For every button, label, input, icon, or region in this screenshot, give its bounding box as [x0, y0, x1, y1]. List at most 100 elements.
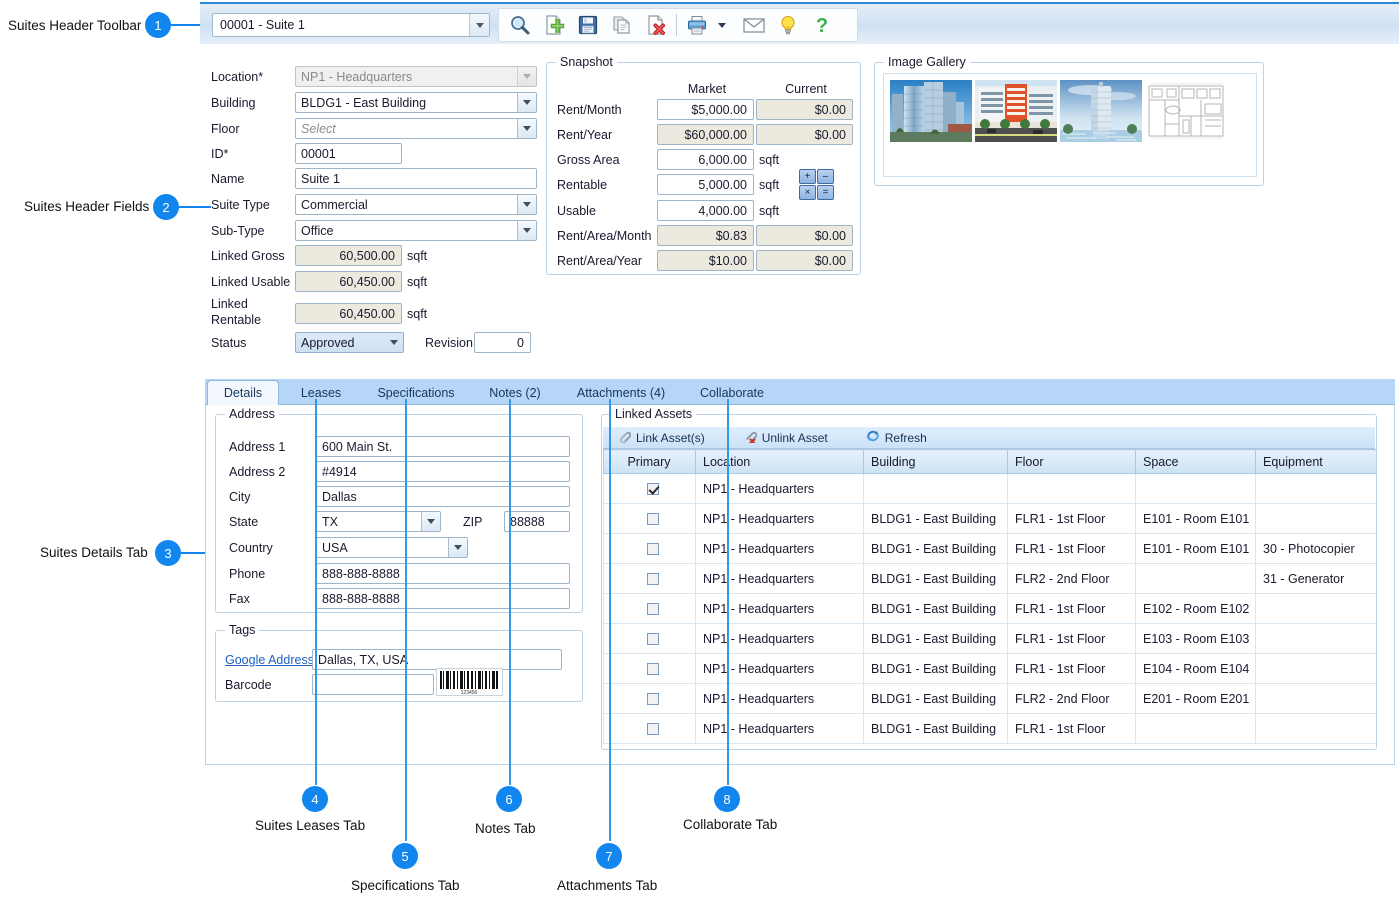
revision-field[interactable]: 0 — [474, 332, 531, 353]
print-icon[interactable] — [680, 10, 714, 40]
primary-checkbox[interactable] — [646, 723, 659, 736]
status-select[interactable]: Approved — [295, 332, 404, 353]
suite-type-select[interactable]: Commercial — [295, 194, 537, 215]
calculator-buttons[interactable]: + – × = — [799, 169, 834, 200]
email-icon[interactable] — [737, 10, 771, 40]
column-space[interactable]: Space — [1135, 449, 1256, 474]
column-floor[interactable]: Floor — [1007, 449, 1136, 474]
address1-field[interactable]: 600 Main St. — [316, 436, 570, 457]
primary-checkbox[interactable] — [646, 543, 659, 556]
tab-specifications[interactable]: Specifications — [363, 381, 469, 405]
phone-field[interactable]: 888-888-8888 — [316, 563, 570, 584]
name-field[interactable]: Suite 1 — [295, 168, 537, 189]
primary-cell[interactable] — [603, 563, 696, 594]
search-icon[interactable] — [503, 10, 537, 40]
column-location[interactable]: Location — [695, 449, 864, 474]
primary-cell[interactable] — [603, 593, 696, 624]
new-record-icon[interactable] — [537, 10, 571, 40]
callout-leader-1 — [171, 24, 201, 26]
phone-value: 888-888-8888 — [322, 566, 400, 581]
primary-checkbox[interactable] — [646, 513, 659, 526]
tab-details[interactable]: Details — [207, 380, 279, 405]
google-address-field[interactable]: Dallas, TX, USA — [312, 649, 562, 670]
floor-select[interactable]: Select — [295, 118, 537, 139]
column-primary[interactable]: Primary — [603, 449, 696, 474]
snapshot-row-label: Rent/Year — [557, 128, 613, 142]
primary-cell[interactable] — [603, 473, 696, 504]
chevron-down-icon[interactable] — [384, 333, 403, 352]
id-field[interactable]: 00001 — [295, 143, 402, 164]
google-address-link[interactable]: Google Address — [225, 653, 314, 667]
snapshot-market-field[interactable]: 5,000.00 — [657, 174, 754, 195]
table-row[interactable]: NP1 - Headquarters BLDG1 - East Building F… — [603, 503, 1376, 534]
tab-attachments[interactable]: Attachments (4) — [561, 381, 681, 405]
primary-cell[interactable] — [603, 653, 696, 684]
tab-notes[interactable]: Notes (2) — [473, 381, 557, 405]
floorplan-drawing[interactable] — [1145, 80, 1227, 142]
glass-tower-photo[interactable] — [890, 80, 972, 142]
calc-add-button[interactable]: + — [799, 169, 816, 184]
link-assets-button[interactable]: Link Asset(s) — [617, 429, 705, 446]
refresh-icon — [866, 429, 880, 446]
primary-cell[interactable] — [603, 503, 696, 534]
primary-checkbox[interactable] — [646, 483, 659, 496]
address2-field[interactable]: #4914 — [316, 461, 570, 482]
tab-leases[interactable]: Leases — [285, 381, 357, 405]
primary-checkbox[interactable] — [646, 603, 659, 616]
table-row[interactable]: NP1 - Headquarters BLDG1 - East Building F… — [603, 683, 1376, 714]
chevron-down-icon[interactable] — [517, 119, 536, 138]
snapshot-market-field[interactable]: 4,000.00 — [657, 200, 754, 221]
sub-type-select[interactable]: Office — [295, 220, 537, 241]
copy-icon[interactable] — [605, 10, 639, 40]
tips-icon[interactable] — [771, 10, 805, 40]
location-select[interactable]: NP1 - Headquarters — [295, 66, 537, 87]
primary-checkbox[interactable] — [646, 693, 659, 706]
waterfront-tower-photo[interactable] — [1060, 80, 1142, 142]
delete-icon[interactable] — [639, 10, 673, 40]
primary-cell[interactable] — [603, 713, 696, 744]
help-icon[interactable]: ? — [805, 10, 839, 40]
chevron-down-icon[interactable] — [517, 221, 536, 240]
table-row[interactable]: NP1 - Headquarters BLDG1 - East Building F… — [603, 653, 1376, 684]
chevron-down-icon[interactable] — [448, 538, 467, 557]
column-building[interactable]: Building — [863, 449, 1008, 474]
primary-checkbox[interactable] — [646, 573, 659, 586]
table-row[interactable]: NP1 - Headquarters BLDG1 - East Building F… — [603, 713, 1376, 744]
primary-cell[interactable] — [603, 623, 696, 654]
barcode-field[interactable] — [312, 674, 434, 695]
country-select[interactable]: USA — [316, 537, 468, 558]
table-row[interactable]: NP1 - Headquarters — [603, 473, 1376, 504]
snapshot-market-field[interactable]: 6,000.00 — [657, 149, 754, 170]
space-cell — [1135, 713, 1256, 744]
column-equipment[interactable]: Equipment — [1255, 449, 1376, 474]
primary-checkbox[interactable] — [646, 633, 659, 646]
print-dropdown-chevron-icon[interactable] — [714, 22, 730, 28]
state-select[interactable]: TX — [316, 511, 441, 532]
table-row[interactable]: NP1 - Headquarters BLDG1 - East Building F… — [603, 593, 1376, 624]
table-row[interactable]: NP1 - Headquarters BLDG1 - East Building F… — [603, 623, 1376, 654]
refresh-button[interactable]: Refresh — [866, 429, 927, 446]
chevron-down-icon[interactable] — [469, 14, 489, 36]
fax-field[interactable]: 888-888-8888 — [316, 588, 570, 609]
primary-cell[interactable] — [603, 533, 696, 564]
calc-subtract-button[interactable]: – — [817, 169, 834, 184]
unlink-asset-button[interactable]: Unlink Asset — [743, 429, 828, 446]
save-icon[interactable] — [571, 10, 605, 40]
building-select[interactable]: BLDG1 - East Building — [295, 92, 537, 113]
primary-cell[interactable] — [603, 683, 696, 714]
zip-field[interactable]: 88888 — [504, 511, 570, 532]
record-selector[interactable]: 00001 - Suite 1 — [212, 13, 490, 37]
snapshot-market-field[interactable]: $5,000.00 — [657, 99, 754, 120]
table-row[interactable]: NP1 - Headquarters BLDG1 - East Building F… — [603, 563, 1376, 594]
city-field[interactable]: Dallas — [316, 486, 570, 507]
chevron-down-icon[interactable] — [517, 195, 536, 214]
building-cell: BLDG1 - East Building — [863, 533, 1008, 564]
midrise-street-photo[interactable] — [975, 80, 1057, 142]
primary-checkbox[interactable] — [646, 663, 659, 676]
calc-multiply-button[interactable]: × — [799, 185, 816, 200]
calc-equals-button[interactable]: = — [817, 185, 834, 200]
tab-collaborate[interactable]: Collaborate — [685, 381, 779, 405]
chevron-down-icon[interactable] — [421, 512, 440, 531]
table-row[interactable]: NP1 - Headquarters BLDG1 - East Building F… — [603, 533, 1376, 564]
chevron-down-icon[interactable] — [517, 93, 536, 112]
